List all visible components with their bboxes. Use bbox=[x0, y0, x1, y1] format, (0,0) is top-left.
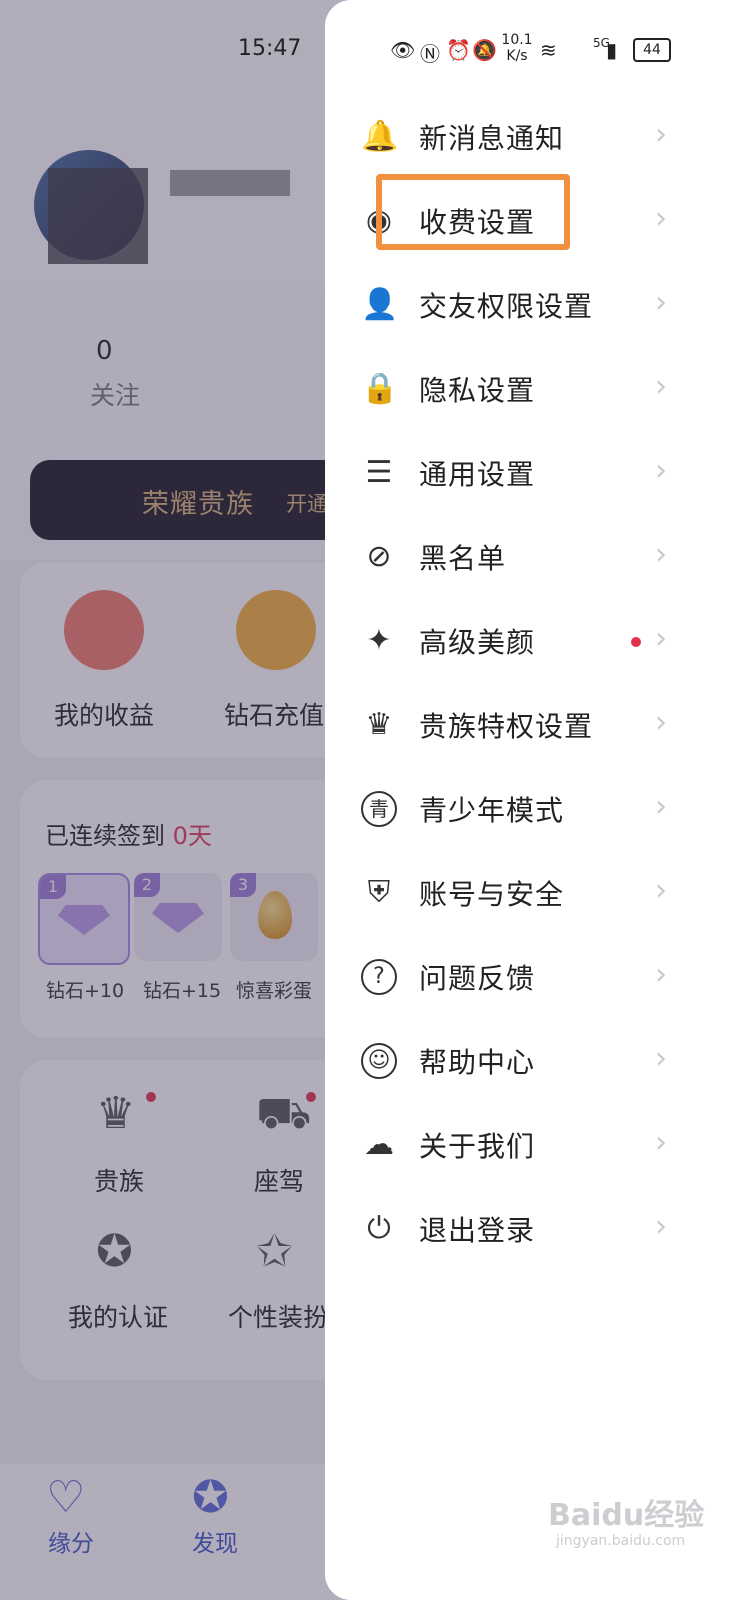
user-key-icon: 👤 bbox=[361, 287, 399, 322]
menu-general-settings[interactable]: ☰ 通用设置 › bbox=[325, 433, 736, 517]
chevron-right-icon: › bbox=[655, 957, 667, 992]
menu-label: 贵族特权设置 bbox=[419, 710, 594, 743]
shield-check-icon: ⛨ bbox=[367, 875, 391, 910]
watermark-url: jingyan.baidu.com bbox=[556, 1533, 686, 1549]
chevron-right-icon: › bbox=[655, 1209, 667, 1244]
bell-icon: 🔔 bbox=[361, 119, 399, 154]
menu-label: 交友权限设置 bbox=[419, 290, 594, 323]
menu-blacklist[interactable]: ⊘ 黑名单 › bbox=[325, 517, 736, 601]
menu-label: 隐私设置 bbox=[419, 374, 536, 407]
menu-advanced-beauty[interactable]: ✦ 高级美颜 › bbox=[325, 601, 736, 685]
youth-mode-icon: 青 bbox=[361, 791, 397, 827]
chevron-right-icon: › bbox=[655, 873, 667, 908]
menu-feedback[interactable]: ? 问题反馈 › bbox=[325, 937, 736, 1021]
nfc-icon: Ⓝ bbox=[420, 42, 440, 66]
crown-icon: ♛ bbox=[365, 707, 393, 742]
menu-label: 高级美颜 bbox=[419, 626, 536, 659]
menu-noble-privilege-settings[interactable]: ♛ 贵族特权设置 › bbox=[325, 685, 736, 769]
magic-wand-icon: ✦ bbox=[366, 623, 392, 658]
net-speed: 10.1 K/s bbox=[501, 32, 533, 64]
battery-indicator: 44 bbox=[633, 38, 671, 62]
chevron-right-icon: › bbox=[655, 453, 667, 488]
chevron-right-icon: › bbox=[655, 117, 667, 152]
menu-youth-mode[interactable]: 青 青少年模式 › bbox=[325, 769, 736, 853]
menu-help-center[interactable]: ☺ 帮助中心 › bbox=[325, 1021, 736, 1105]
menu-label: 关于我们 bbox=[419, 1130, 536, 1163]
chevron-right-icon: › bbox=[655, 1125, 667, 1160]
watermark: Baidu经验 bbox=[548, 1498, 705, 1533]
menu-label: 通用设置 bbox=[419, 458, 536, 491]
eye-icon: 👁 bbox=[390, 38, 416, 62]
menu-account-security[interactable]: ⛨ 账号与安全 › bbox=[325, 853, 736, 937]
highlight-annotation-box bbox=[376, 174, 570, 250]
mute-icon: 🔕 bbox=[472, 38, 497, 62]
chevron-right-icon: › bbox=[655, 705, 667, 740]
user-block-icon: ⊘ bbox=[366, 539, 392, 574]
chevron-right-icon: › bbox=[655, 1041, 667, 1076]
menu-label: 新消息通知 bbox=[419, 122, 565, 155]
question-icon: ? bbox=[361, 959, 397, 995]
menu-label: 黑名单 bbox=[419, 542, 507, 575]
notification-dot bbox=[631, 637, 641, 647]
menu-label: 帮助中心 bbox=[419, 1046, 536, 1079]
menu-label: 退出登录 bbox=[419, 1214, 536, 1247]
menu-logout[interactable]: ⏻ 退出登录 › bbox=[325, 1189, 736, 1273]
menu-privacy-settings[interactable]: 🔒 隐私设置 › bbox=[325, 349, 736, 433]
menu-about-us[interactable]: ☁ 关于我们 › bbox=[325, 1105, 736, 1189]
signal-icon: ▮ bbox=[606, 38, 618, 62]
menu-new-message-notification[interactable]: 🔔 新消息通知 › bbox=[325, 97, 736, 181]
chevron-right-icon: › bbox=[655, 369, 667, 404]
menu-label: 青少年模式 bbox=[419, 794, 565, 827]
document-icon: ☰ bbox=[365, 455, 393, 490]
chevron-right-icon: › bbox=[655, 537, 667, 572]
chevron-right-icon: › bbox=[655, 621, 667, 656]
help-person-icon: ☺ bbox=[361, 1043, 397, 1079]
status-time: 15:47 bbox=[238, 36, 302, 61]
lock-icon: 🔒 bbox=[361, 371, 399, 406]
chevron-right-icon: › bbox=[655, 285, 667, 320]
menu-label: 问题反馈 bbox=[419, 962, 536, 995]
alarm-icon: ⏰ bbox=[446, 38, 471, 62]
chevron-right-icon: › bbox=[655, 201, 667, 236]
cloud-download-icon: ☁ bbox=[364, 1127, 394, 1162]
power-icon: ⏻ bbox=[367, 1211, 391, 1246]
wifi-icon: ≋ bbox=[540, 38, 557, 62]
chevron-right-icon: › bbox=[655, 789, 667, 824]
menu-label: 账号与安全 bbox=[419, 878, 565, 911]
menu-friend-permission-settings[interactable]: 👤 交友权限设置 › bbox=[325, 265, 736, 349]
